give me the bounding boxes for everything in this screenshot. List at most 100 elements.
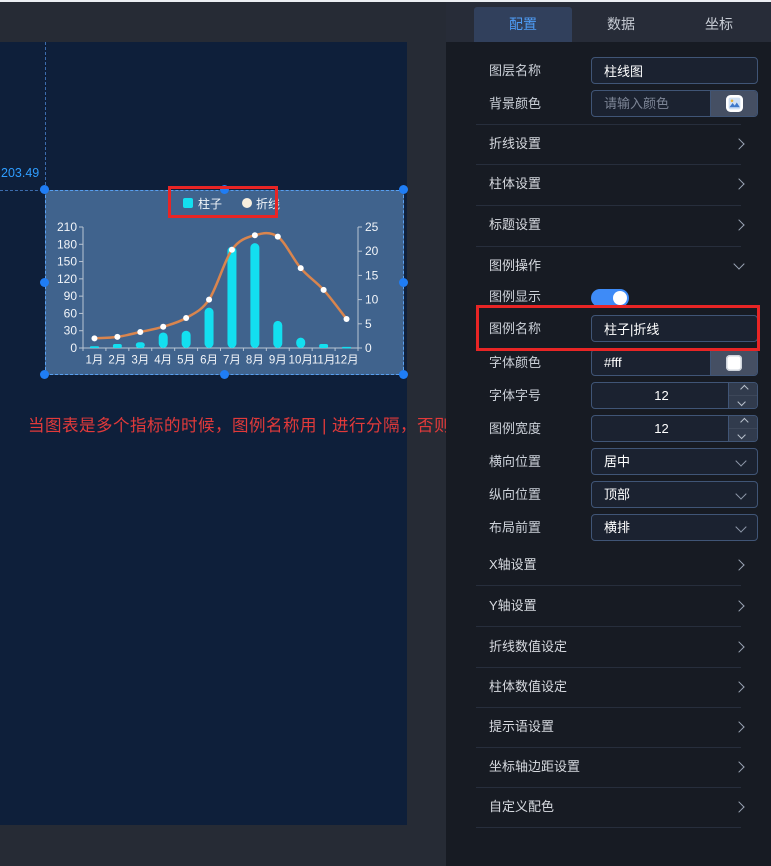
svg-text:11月: 11月 (312, 355, 335, 367)
section-title-settings[interactable]: 标题设置 (446, 213, 771, 237)
legend-width-input[interactable] (592, 416, 731, 441)
config-panel: 图层名称 背景颜色 折线设置 柱体设置 标题设置 图例操作 图例显示 (446, 42, 771, 866)
legend-name-input[interactable] (592, 316, 757, 341)
selection-handle-n[interactable] (220, 185, 229, 194)
svg-text:折线: 折线 (256, 196, 280, 211)
section-label: 折线设置 (489, 136, 542, 151)
section-label: 折线数值设定 (489, 639, 568, 654)
chevron-up-icon (740, 417, 749, 427)
section-legend-settings[interactable]: 图例操作 (446, 254, 771, 278)
svg-text:180: 180 (57, 237, 77, 251)
line-markers (91, 232, 350, 342)
line-series (93, 231, 348, 340)
chevron-down-icon (735, 521, 747, 533)
tab-coordinate[interactable]: 坐标 (670, 7, 768, 42)
layout-front-label: 布局前置 (489, 520, 542, 535)
svg-text:7月: 7月 (223, 355, 241, 367)
chevron-right-icon (733, 178, 745, 190)
section-x-axis[interactable]: X轴设置 (446, 553, 771, 577)
selection-handle-sw[interactable] (40, 370, 49, 379)
legend-show-toggle[interactable] (591, 289, 629, 307)
divider (476, 667, 741, 668)
font-color-swatch-button[interactable] (710, 350, 757, 375)
stepper-down-button[interactable] (729, 395, 757, 408)
legend-width-label: 图例宽度 (489, 421, 542, 436)
legend-width-stepper (728, 416, 757, 441)
bg-color-input[interactable] (592, 91, 710, 116)
right-axis-labels: 0 5 10 15 20 25 (365, 220, 379, 355)
stepper-down-button[interactable] (729, 428, 757, 441)
color-picker-button[interactable] (710, 91, 757, 116)
font-color-input[interactable] (592, 350, 710, 375)
stepper-up-button[interactable] (729, 416, 757, 428)
font-size-field-wrap (591, 382, 758, 409)
tab-config[interactable]: 配置 (474, 7, 572, 42)
chevron-down-icon (735, 455, 747, 467)
chevron-down-icon (733, 258, 745, 270)
svg-text:1月: 1月 (86, 355, 104, 367)
svg-text:10月: 10月 (289, 355, 313, 367)
svg-text:150: 150 (57, 255, 77, 269)
font-color-field-wrap (591, 349, 758, 376)
layer-name-label: 图层名称 (489, 63, 542, 78)
bar-line-chart: 0 30 60 90 120 150 180 210 0 5 10 15 20 25 1月 2月 3月 4月 5月 6… (45, 190, 404, 380)
legend-name-field-wrap (591, 315, 758, 342)
chevron-right-icon (733, 600, 745, 612)
section-label: 自定义配色 (489, 799, 555, 814)
divider (476, 585, 741, 586)
tab-data[interactable]: 数据 (572, 7, 670, 42)
chart-legend: 柱子 折线 (183, 196, 280, 211)
divider (476, 246, 741, 247)
section-line-settings[interactable]: 折线设置 (446, 132, 771, 156)
svg-text:8月: 8月 (246, 355, 264, 367)
chevron-down-icon (737, 430, 746, 440)
position-readout: 203.49 (1, 166, 40, 180)
selection-handle-w[interactable] (40, 278, 49, 287)
divider (476, 205, 741, 206)
bar-series (89, 243, 352, 349)
svg-text:5: 5 (365, 317, 372, 331)
divider (476, 827, 741, 828)
h-position-select[interactable]: 居中 (591, 448, 758, 475)
layout-front-select[interactable]: 横排 (591, 514, 758, 541)
section-custom-color[interactable]: 自定义配色 (446, 795, 771, 819)
selection-handle-s[interactable] (220, 370, 229, 379)
section-tooltip[interactable]: 提示语设置 (446, 715, 771, 739)
left-axis-labels: 0 30 60 90 120 150 180 210 (57, 220, 77, 355)
section-label: 坐标轴边距设置 (489, 759, 581, 774)
selection-handle-ne[interactable] (399, 185, 408, 194)
chevron-right-icon (733, 559, 745, 571)
svg-text:20: 20 (365, 244, 379, 258)
chevron-right-icon (733, 138, 745, 150)
svg-text:25: 25 (365, 220, 379, 234)
bg-color-label: 背景颜色 (489, 96, 542, 111)
design-canvas[interactable]: 203.49 0 30 60 90 120 150 180 210 0 5 10 15 20 25 1月 2月… (0, 42, 501, 825)
section-line-value[interactable]: 折线数值设定 (446, 635, 771, 659)
svg-text:6月: 6月 (200, 355, 218, 367)
image-picker-icon (725, 95, 743, 112)
legend-name-label: 图例名称 (489, 321, 542, 336)
selection-handle-e[interactable] (399, 278, 408, 287)
selection-handle-nw[interactable] (40, 185, 49, 194)
section-label: 提示语设置 (489, 719, 555, 734)
toggle-knob (613, 291, 627, 305)
section-y-axis[interactable]: Y轴设置 (446, 594, 771, 618)
chevron-down-icon (735, 488, 747, 500)
layer-name-input[interactable] (592, 58, 757, 83)
v-position-label: 纵向位置 (489, 487, 542, 502)
font-size-label: 字体字号 (489, 388, 542, 403)
stepper-up-button[interactable] (729, 383, 757, 395)
section-axis-margin[interactable]: 坐标轴边距设置 (446, 755, 771, 779)
v-position-select[interactable]: 顶部 (591, 481, 758, 508)
selection-handle-se[interactable] (399, 370, 408, 379)
section-bar-settings[interactable]: 柱体设置 (446, 172, 771, 196)
svg-text:柱子: 柱子 (198, 196, 222, 211)
svg-text:210: 210 (57, 220, 77, 234)
section-bar-value[interactable]: 柱体数值设定 (446, 675, 771, 699)
svg-text:4月: 4月 (154, 355, 172, 367)
section-label: 柱体数值设定 (489, 679, 568, 694)
chevron-right-icon (733, 761, 745, 773)
section-label: 图例操作 (489, 258, 542, 273)
font-size-input[interactable] (592, 383, 731, 408)
bar-line-chart-widget[interactable]: 0 30 60 90 120 150 180 210 0 5 10 15 20 25 1月 2月 3月 4月 5月 6… (45, 190, 404, 375)
